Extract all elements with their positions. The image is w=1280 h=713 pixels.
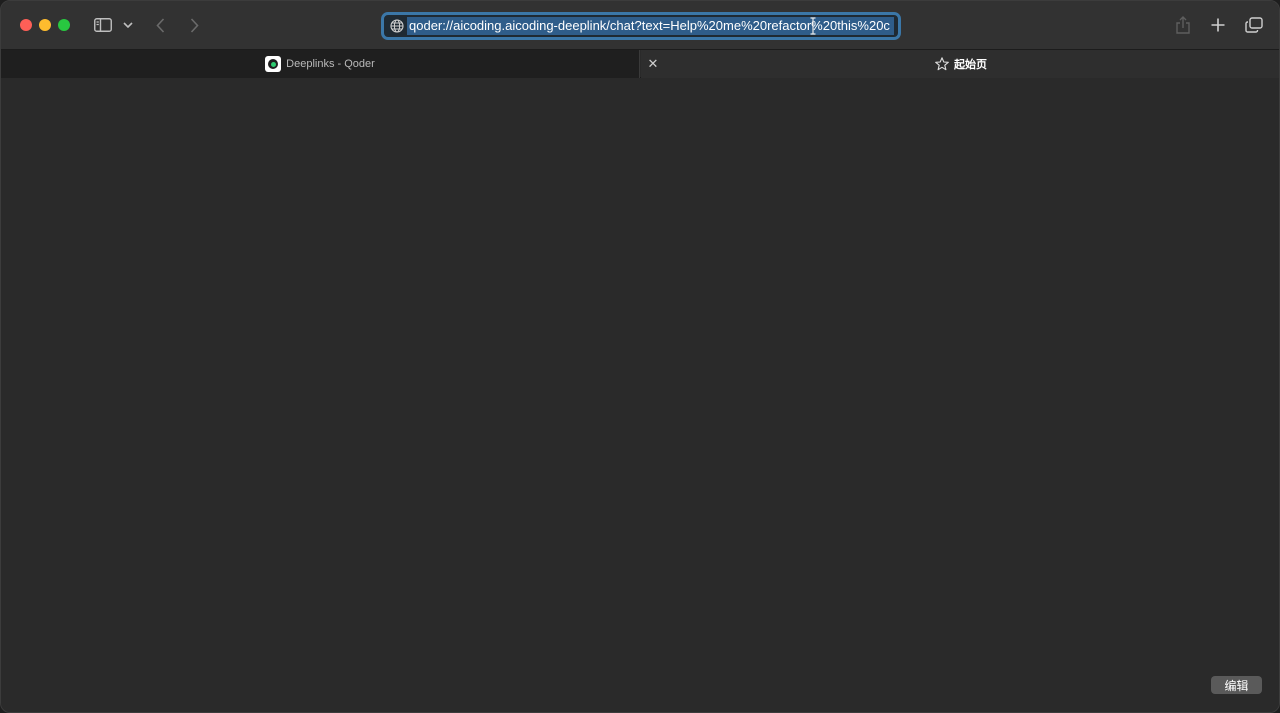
close-window-button[interactable] (20, 19, 32, 31)
zoom-window-button[interactable] (58, 19, 70, 31)
tab-bar: Deeplinks - Qoder 起始页 ✕ (1, 50, 1279, 78)
tabs-overview-icon[interactable] (1243, 13, 1265, 37)
tab-deeplinks-qoder[interactable]: Deeplinks - Qoder (1, 50, 640, 78)
tab-title: 起始页 (954, 59, 987, 71)
edit-button[interactable]: 编辑 (1211, 676, 1262, 694)
star-icon (935, 57, 949, 71)
toolbar: qoder://aicoding.aicoding-deeplink/chat?… (1, 1, 1279, 50)
tab-title: Deeplinks - Qoder (286, 58, 375, 70)
text-cursor-icon (810, 17, 816, 35)
qoder-favicon-icon (265, 56, 282, 72)
address-bar[interactable]: qoder://aicoding.aicoding-deeplink/chat?… (381, 12, 901, 40)
back-icon[interactable] (152, 13, 168, 37)
share-icon[interactable] (1173, 13, 1193, 37)
close-tab-icon[interactable]: ✕ (646, 50, 660, 78)
tab-start-page[interactable]: 起始页 (641, 50, 1279, 78)
start-page-content (1, 78, 1279, 712)
chevron-down-icon[interactable] (122, 13, 134, 37)
sidebar-icon[interactable] (92, 13, 114, 37)
globe-icon (390, 19, 404, 33)
minimize-window-button[interactable] (39, 19, 51, 31)
plus-icon[interactable] (1208, 13, 1228, 37)
forward-icon[interactable] (186, 13, 202, 37)
address-url-text[interactable]: qoder://aicoding.aicoding-deeplink/chat?… (407, 17, 894, 35)
browser-window: qoder://aicoding.aicoding-deeplink/chat?… (0, 0, 1280, 713)
